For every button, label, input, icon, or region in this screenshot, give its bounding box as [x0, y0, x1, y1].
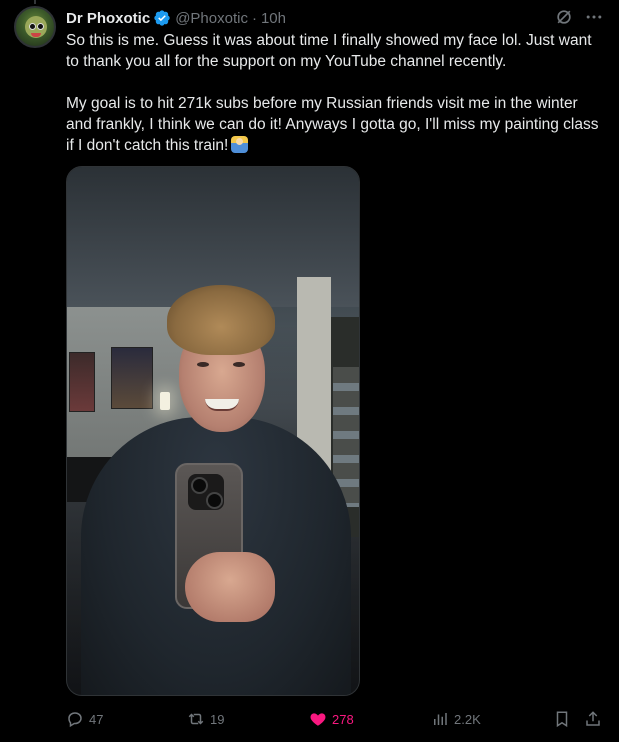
post-timestamp[interactable]: 10h [261, 10, 286, 27]
man-tipping-hand-emoji-icon [231, 136, 249, 153]
like-icon [310, 713, 326, 726]
reply-button[interactable]: 47 [66, 708, 103, 730]
post-text: So this is me. Guess it was about time I… [66, 30, 606, 156]
post-paragraph: My goal is to hit 271k subs before my Ru… [66, 95, 599, 154]
avatar[interactable] [14, 6, 56, 48]
bookmark-button[interactable] [553, 708, 576, 730]
author-handle[interactable]: @Phoxotic [175, 10, 248, 27]
bookmark-icon [556, 711, 568, 728]
views-icon [434, 713, 447, 725]
author-display-name[interactable]: Dr Phoxotic [66, 10, 150, 27]
reply-count: 47 [89, 711, 104, 727]
views-count: 2.2K [454, 711, 481, 727]
grok-icon[interactable] [554, 7, 574, 27]
post-paragraph: So this is me. Guess it was about time I… [66, 32, 592, 70]
share-icon [586, 711, 600, 726]
post-action-bar: 47 19 278 2.2K [66, 708, 606, 730]
verified-badge-icon[interactable] [153, 9, 171, 27]
post-header: Dr Phoxotic @Phoxotic · 10h [66, 8, 286, 28]
reply-icon [68, 712, 82, 728]
repost-icon [188, 713, 204, 725]
like-button[interactable]: 278 [309, 708, 354, 730]
post-photo[interactable] [66, 166, 360, 696]
repost-button[interactable]: 19 [187, 708, 224, 730]
thread-connector-line [34, 0, 36, 4]
separator-dot: · [251, 9, 257, 27]
like-count: 278 [332, 711, 354, 727]
views-button[interactable]: 2.2K [431, 708, 481, 730]
share-button[interactable] [584, 708, 607, 730]
more-options-icon[interactable] [584, 7, 604, 27]
repost-count: 19 [210, 711, 225, 727]
